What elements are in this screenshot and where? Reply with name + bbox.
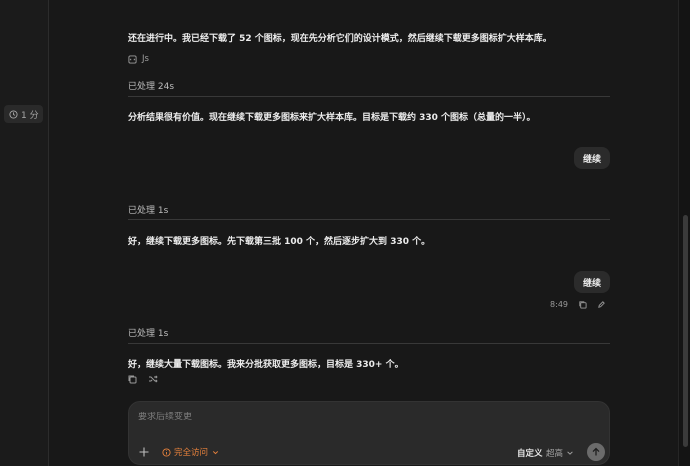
processed-label-3: 已处理 1s [128,329,169,339]
edit-icon[interactable] [597,300,606,309]
send-button[interactable] [587,443,605,461]
copy-icon[interactable] [127,374,137,384]
fork-icon[interactable] [148,374,158,384]
custom-mode-button[interactable]: 自定义 [517,447,543,459]
assistant-actions [127,374,158,384]
user-message-2: 继续 [573,271,610,293]
chevron-down-icon [212,450,219,454]
assistant-message-2: 分析结果很有价值。现在继续下载更多图标来扩大样本库。目标是下载约 330 个图标… [128,113,536,123]
user-message-1: 继续 [573,147,610,169]
file-code-icon [128,54,137,64]
scrollbar-track[interactable] [678,0,690,466]
file-chip-label: Js [142,54,149,64]
user-message-meta: 8:49 [550,300,606,309]
add-attachment-icon[interactable] [138,446,150,458]
user-message-2-text: 继续 [582,278,601,289]
file-chip[interactable]: Js [128,54,149,64]
copy-icon[interactable] [578,300,587,309]
assistant-message-1: 还在进行中。我已经下载了 52 个图标，现在先分析它们的设计模式，然后继续下载更… [128,34,552,44]
left-sidebar: 1 分 [0,0,49,466]
arrow-up-icon [592,447,600,456]
info-circle-icon [162,447,171,457]
reasoning-level-select[interactable]: 超高 [546,447,574,459]
reasoning-level-label: 超高 [546,449,564,459]
access-mode-label: 完全访问 [174,448,209,458]
composer: 完全访问 自定义 超高 [128,401,610,465]
processed-label-1: 已处理 24s [128,82,175,92]
assistant-message-3: 好，继续下载更多图标。先下载第三批 100 个，然后逐步扩大到 330 个。 [128,237,431,247]
clock-icon [9,109,18,119]
chevron-down-icon [567,451,573,455]
message-timestamp: 8:49 [550,300,568,309]
divider [128,96,610,97]
follow-up-input[interactable] [138,412,598,422]
user-message-1-text: 继续 [582,154,601,165]
assistant-message-4: 好，继续大量下载图标。我来分批获取更多图标，目标是 330+ 个。 [128,360,404,370]
processed-label-2: 已处理 1s [128,206,169,216]
elapsed-time-chip[interactable]: 1 分 [4,105,43,123]
access-mode-button[interactable]: 完全访问 [162,446,220,458]
elapsed-time-label: 1 分 [21,110,39,121]
divider [128,219,610,220]
scrollbar-thumb[interactable] [683,215,688,447]
divider [128,343,610,344]
